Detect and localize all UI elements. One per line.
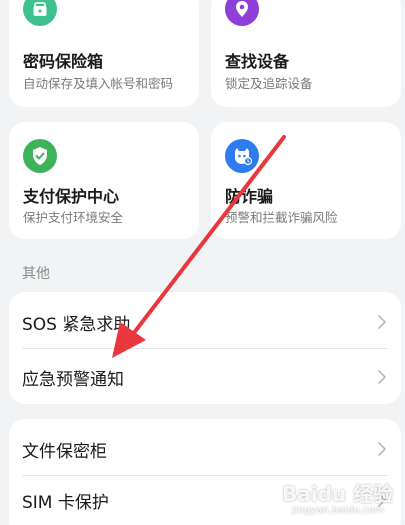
list-item-file-safe[interactable]: 文件保密柜	[9, 421, 401, 477]
tile-subtitle: 自动保存及填入帐号和密码	[23, 76, 174, 91]
tile-find-device[interactable]: 查找设备 锁定及追踪设备	[211, 0, 401, 107]
baidu-watermark-logo: Baidu 经验	[282, 482, 394, 506]
section-label-other: 其他	[22, 266, 50, 282]
chevron-right-icon	[378, 315, 386, 329]
tile-title: 防诈骗	[225, 187, 274, 206]
tile-payment-protection[interactable]: 支付保护中心 保护支付环境安全	[9, 122, 199, 239]
tile-title: 查找设备	[225, 52, 290, 71]
tile-title: 密码保险箱	[23, 52, 104, 71]
shield-check-icon	[23, 139, 57, 173]
list-item-label: SOS 紧急求助	[22, 314, 131, 335]
tile-subtitle: 保护支付环境安全	[23, 210, 124, 225]
list-item-sos[interactable]: SOS 紧急求助	[9, 294, 401, 350]
tile-subtitle: 预警和拦截诈骗风险	[225, 210, 338, 225]
chevron-right-icon	[378, 370, 386, 384]
location-pin-icon	[225, 0, 259, 26]
tile-anti-fraud[interactable]: 防诈骗 预警和拦截诈骗风险	[211, 122, 401, 239]
tile-subtitle: 锁定及追踪设备	[225, 76, 313, 91]
chevron-right-icon	[378, 442, 386, 456]
list-item-emergency-alert[interactable]: 应急预警通知	[9, 349, 401, 405]
list-group-emergency: SOS 紧急求助 应急预警通知	[9, 292, 401, 404]
lock-box-icon	[23, 0, 57, 26]
tile-password-vault[interactable]: 密码保险箱 自动保存及填入帐号和密码	[9, 0, 199, 107]
tile-title: 支付保护中心	[23, 187, 120, 206]
baidu-watermark-url: jingyan.baidu.com	[292, 505, 385, 516]
list-item-label: 应急预警通知	[22, 369, 124, 390]
list-item-label: 文件保密柜	[22, 441, 107, 462]
anti-fraud-icon	[225, 139, 259, 173]
